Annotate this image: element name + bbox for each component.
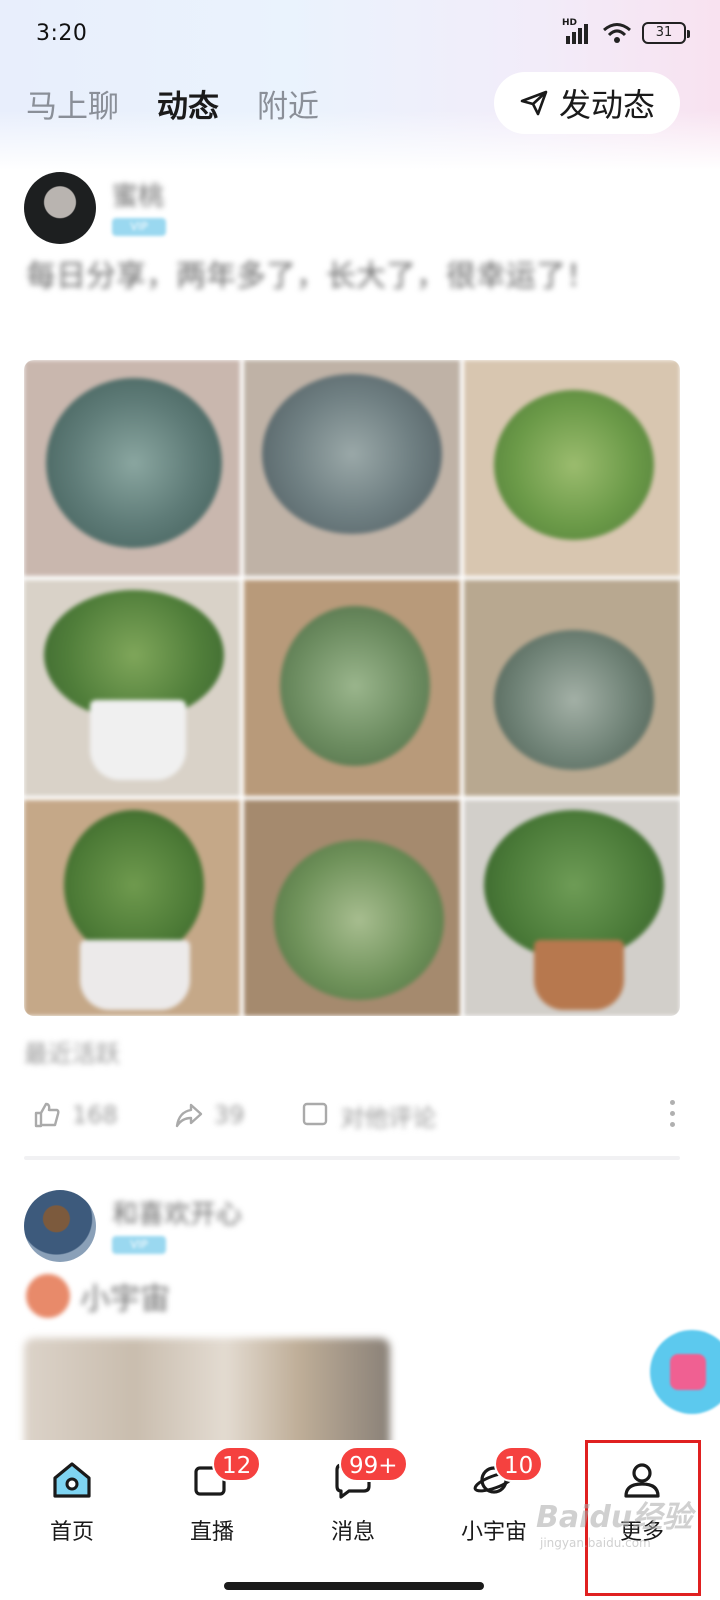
status-icons: HD 31 [562, 18, 690, 44]
tab-messages-label: 消息 [330, 1520, 375, 1545]
user-tag: VIP [112, 218, 166, 236]
tab-universe-label: 小宇宙 [460, 1520, 527, 1545]
tab-live[interactable]: 12 直播 [142, 1446, 282, 1562]
gift-icon [670, 1354, 706, 1390]
planet-icon: 10 [472, 1446, 544, 1502]
signal-icon: HD [562, 18, 592, 44]
post-action-bar: 168 39 对他评论 [0, 1090, 720, 1140]
comment-button[interactable]: 对他评论 [300, 1098, 436, 1133]
post-meta: 最近活跃 [24, 1040, 120, 1068]
watermark: Baidu经验 [536, 1500, 693, 1535]
universe-badge: 10 [494, 1446, 544, 1482]
share-count: 39 [213, 1101, 245, 1129]
more-options-icon[interactable] [670, 1100, 676, 1127]
post-photo[interactable] [24, 580, 240, 796]
wifi-icon [603, 23, 631, 43]
watermark-url: jingyan.baidu.com [540, 1536, 651, 1550]
top-nav: 马上聊 动态 附近 发动态 [0, 70, 720, 136]
network-type-label: HD [562, 18, 578, 28]
battery-icon: 31 [642, 22, 690, 44]
share-button[interactable]: 39 [174, 1100, 245, 1130]
tab-nearby[interactable]: 附近 [257, 81, 319, 126]
like-button[interactable]: 168 [32, 1100, 118, 1130]
tab-home-label: 首页 [49, 1520, 94, 1545]
status-time: 3:20 [36, 20, 88, 46]
tab-chat-now[interactable]: 马上聊 [26, 81, 119, 126]
tab-messages[interactable]: 99+ 消息 [283, 1446, 423, 1562]
comment-icon [303, 1102, 328, 1126]
user-name[interactable]: 蜜桃 [112, 176, 164, 213]
sub-avatar [26, 1274, 70, 1318]
comment-label: 对他评论 [340, 1103, 437, 1132]
post-photo[interactable] [244, 800, 460, 1016]
avatar[interactable] [24, 172, 96, 244]
like-icon [34, 1102, 60, 1128]
floating-action-button[interactable] [650, 1330, 720, 1414]
post-moment-label: 发动态 [558, 86, 655, 124]
post-photo[interactable] [464, 360, 680, 576]
like-count: 168 [72, 1101, 118, 1129]
user-tag: VIP [112, 1236, 166, 1254]
post-photo[interactable] [24, 360, 240, 576]
photo-grid [24, 360, 680, 1016]
post-sub-line: 小宇宙 [26, 1274, 170, 1318]
post-divider [24, 1156, 680, 1160]
tab-moments[interactable]: 动态 [157, 81, 219, 126]
live-icon: 12 [190, 1446, 262, 1502]
post-text: 每日分享，两年多了，长大了，很幸运了！ [26, 259, 596, 294]
post-photo[interactable] [464, 580, 680, 796]
user-name[interactable]: 和喜欢开心 [112, 1194, 242, 1231]
message-icon: 99+ [331, 1446, 408, 1502]
post-photo[interactable] [244, 360, 460, 576]
share-icon [175, 1103, 203, 1128]
status-bar: 3:20 HD 31 [0, 0, 720, 66]
home-indicator[interactable] [224, 1582, 484, 1590]
post-photo[interactable] [24, 800, 240, 1016]
messages-badge: 99+ [339, 1446, 408, 1482]
tab-live-label: 直播 [189, 1520, 234, 1545]
home-icon [50, 1458, 94, 1502]
post-photo[interactable] [464, 800, 680, 1016]
post-photo[interactable] [244, 580, 460, 796]
tab-home[interactable]: 首页 [2, 1452, 142, 1562]
avatar[interactable] [24, 1190, 96, 1262]
live-badge: 12 [212, 1446, 262, 1482]
post-sub-text: 小宇宙 [80, 1282, 170, 1317]
send-icon [520, 90, 548, 116]
post-moment-button[interactable]: 发动态 [494, 72, 680, 134]
